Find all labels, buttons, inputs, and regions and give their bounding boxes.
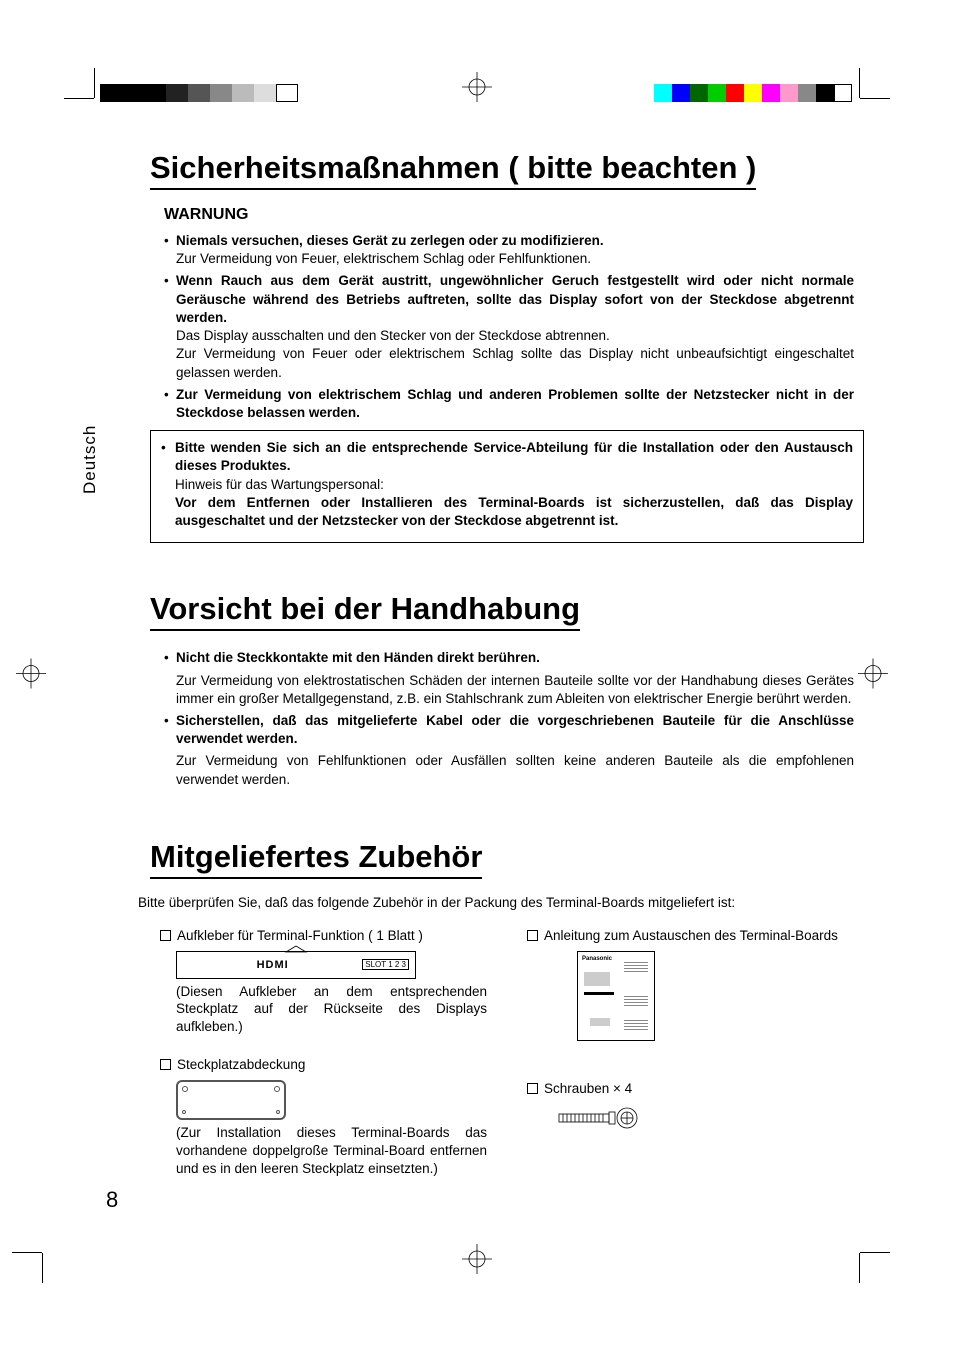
handling-item: Sicherstellen, daß das mitgelieferte Kab… (164, 712, 854, 789)
warning-item: Zur Vermeidung von elektrischem Schlag u… (164, 386, 854, 422)
service-bold2: Vor dem Entfernen oder Installieren des … (175, 494, 853, 530)
service-bold: Bitte wenden Sie sich an die entsprechen… (175, 440, 853, 473)
accessory-title: Anleitung zum Austauschen des Terminal-B… (544, 928, 838, 943)
service-plain: Hinweis für das Wartungspersonal: (175, 476, 853, 494)
color-bar (654, 84, 852, 102)
handling-plain: Zur Vermeidung von elektrostatischen Sch… (176, 672, 854, 708)
grayscale-bar (100, 84, 298, 102)
page-number: 8 (106, 1187, 118, 1213)
warning-item: Wenn Rauch aus dem Gerät austritt, ungew… (164, 272, 854, 381)
accessory-note: (Zur Installation dieses Terminal-Boards… (176, 1124, 487, 1177)
sticker-hdmi-label: HDMI (257, 959, 289, 971)
manual-illustration: Panasonic (577, 951, 655, 1041)
warning-bold: Zur Vermeidung von elektrischem Schlag u… (176, 387, 854, 420)
heading-safety: Sicherheitsmaßnahmen ( bitte beachten ) (150, 150, 756, 190)
subheading-warning: WARNUNG (164, 206, 854, 224)
accessory-title: Aufkleber für Terminal-Funktion ( 1 Blat… (177, 928, 423, 943)
handling-bold: Sicherstellen, daß das mitgelieferte Kab… (176, 713, 854, 746)
warning-bold: Wenn Rauch aus dem Gerät austritt, ungew… (176, 273, 854, 324)
sticker-slot-label: SLOT 1 2 3 (362, 959, 409, 970)
warning-list: Niemals versuchen, dieses Gerät zu zerle… (164, 232, 854, 422)
screw-illustration (557, 1106, 647, 1133)
warning-item: Niemals versuchen, dieses Gerät zu zerle… (164, 232, 854, 268)
checkbox-icon (527, 1083, 538, 1094)
service-box: Bitte wenden Sie sich an die entsprechen… (150, 430, 864, 543)
accessories-intro: Bitte überprüfen Sie, daß das folgende Z… (138, 895, 864, 910)
accessory-screws: Schrauben × 4 (527, 1081, 854, 1133)
accessory-slotcover: Steckplatzabdeckung (Zur Installation di… (160, 1057, 487, 1177)
accessory-manual: Anleitung zum Austauschen des Terminal-B… (527, 928, 854, 1041)
service-item: Bitte wenden Sie sich an die entsprechen… (161, 439, 853, 530)
checkbox-icon (160, 1059, 171, 1070)
registration-mark-top (462, 72, 492, 107)
checkbox-icon (160, 930, 171, 941)
handling-list: Nicht die Steckkontakte mit den Händen d… (164, 649, 854, 789)
accessory-title: Schrauben × 4 (544, 1081, 632, 1096)
accessory-title: Steckplatzabdeckung (177, 1057, 305, 1072)
registration-mark-left (16, 658, 46, 693)
sticker-illustration: HDMI SLOT 1 2 3 (176, 951, 416, 979)
warning-plain: Zur Vermeidung von Feuer, elektrischem S… (176, 250, 854, 268)
handling-plain: Zur Vermeidung von Fehlfunktionen oder A… (176, 752, 854, 788)
accessory-note: (Diesen Aufkleber an dem entsprechenden … (176, 983, 487, 1036)
heading-handling: Vorsicht bei der Handhabung (150, 591, 580, 631)
warning-plain: Das Display ausschalten und den Stecker … (176, 327, 854, 382)
slotcover-illustration (176, 1080, 286, 1120)
accessory-sticker: Aufkleber für Terminal-Funktion ( 1 Blat… (160, 928, 487, 1036)
heading-accessories: Mitgeliefertes Zubehör (150, 839, 482, 879)
registration-mark-bottom (462, 1244, 492, 1279)
handling-item: Nicht die Steckkontakte mit den Händen d… (164, 649, 854, 708)
handling-bold: Nicht die Steckkontakte mit den Händen d… (176, 650, 540, 665)
checkbox-icon (527, 930, 538, 941)
warning-bold: Niemals versuchen, dieses Gerät zu zerle… (176, 233, 604, 248)
